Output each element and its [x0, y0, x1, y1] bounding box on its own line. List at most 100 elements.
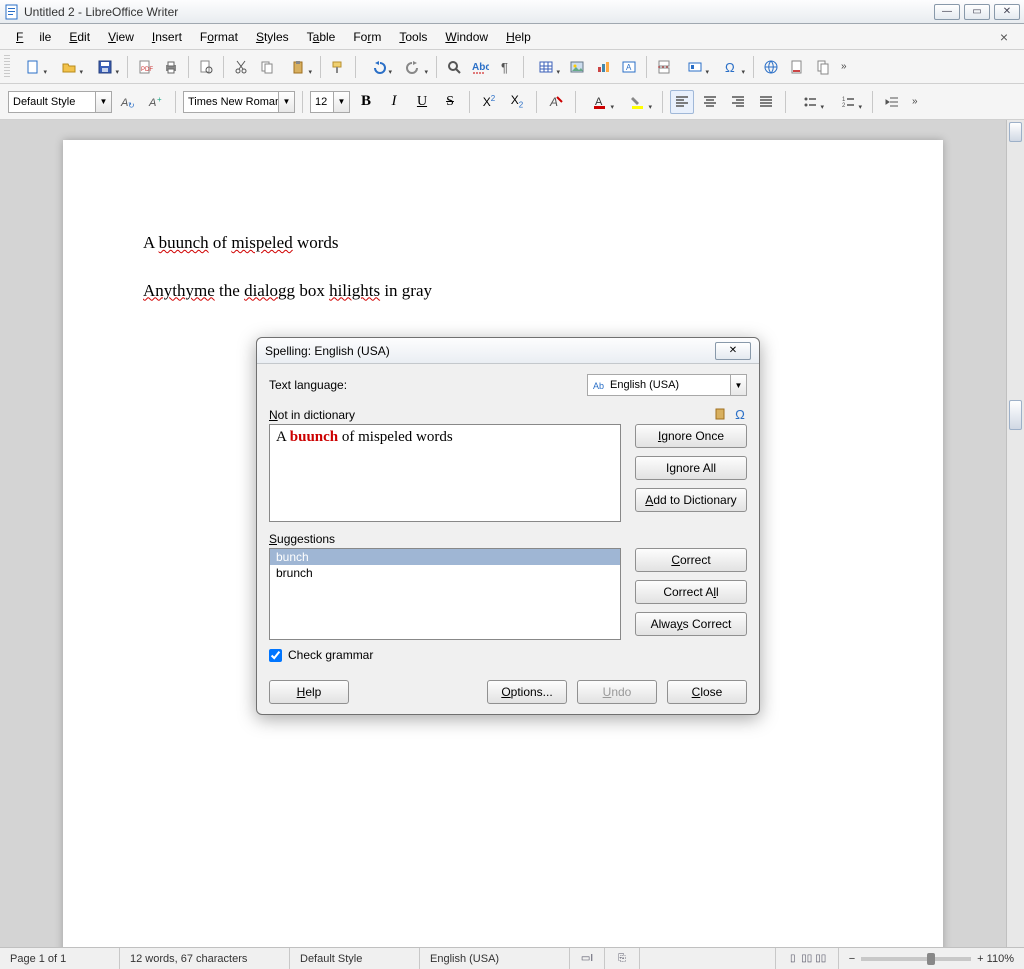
menu-table[interactable]: Table [299, 26, 344, 48]
table-button[interactable] [529, 55, 563, 79]
status-word-count[interactable]: 12 words, 67 characters [120, 948, 290, 969]
redo-button[interactable] [397, 55, 431, 79]
menu-edit[interactable]: Edit [61, 26, 98, 48]
misspelled-word[interactable]: dialogg [244, 281, 295, 300]
increase-indent-button[interactable] [880, 90, 904, 114]
paragraph[interactable]: A buunch of mispeled words [143, 230, 863, 256]
number-list-button[interactable]: 12 [831, 90, 865, 114]
zoom-value[interactable]: 110% [987, 953, 1014, 965]
special-char-icon[interactable]: Ω [733, 407, 747, 421]
export-pdf-button[interactable]: PDF [133, 55, 157, 79]
add-to-dictionary-button[interactable]: Add to Dictionary [635, 488, 747, 512]
help-button[interactable]: Help [269, 680, 349, 704]
ignore-once-button[interactable]: Ignore Once [635, 424, 747, 448]
field-button[interactable] [678, 55, 712, 79]
status-view-layout[interactable]: ▯ ▯▯ ▯▯ [776, 948, 839, 969]
zoom-in-icon[interactable]: + [977, 953, 983, 965]
window-minimize-button[interactable]: — [934, 4, 960, 20]
menu-window[interactable]: Window [437, 26, 496, 48]
status-style[interactable]: Default Style [290, 948, 420, 969]
align-left-button[interactable] [670, 90, 694, 114]
align-center-button[interactable] [698, 90, 722, 114]
misspelled-word[interactable]: hilights [329, 281, 380, 300]
toolbar-grip[interactable] [4, 55, 10, 79]
font-size-combo[interactable]: 12▼ [310, 91, 350, 113]
status-zoom[interactable]: − + 110% [839, 948, 1024, 969]
zoom-out-icon[interactable]: − [849, 953, 855, 965]
menu-help[interactable]: Help [498, 26, 539, 48]
vertical-scrollbar[interactable] [1006, 120, 1024, 947]
window-close-button[interactable]: ✕ [994, 4, 1020, 20]
suggestion-item[interactable]: brunch [270, 565, 620, 581]
chart-button[interactable] [591, 55, 615, 79]
check-grammar-label[interactable]: Check grammar [288, 648, 373, 662]
strikethrough-button[interactable]: S [438, 90, 462, 114]
page-break-button[interactable] [652, 55, 676, 79]
cut-button[interactable] [229, 55, 253, 79]
print-preview-button[interactable] [194, 55, 218, 79]
align-right-button[interactable] [726, 90, 750, 114]
close-button[interactable]: Close [667, 680, 747, 704]
print-button[interactable] [159, 55, 183, 79]
status-insert-mode[interactable]: ▭I [570, 948, 605, 969]
dialog-close-button[interactable]: ✕ [715, 342, 751, 360]
doc-close-button[interactable]: × [992, 25, 1016, 49]
paste-button[interactable] [281, 55, 315, 79]
menu-tools[interactable]: Tools [391, 26, 435, 48]
clear-formatting-button[interactable]: A [544, 90, 568, 114]
scrollbar-thumb[interactable] [1009, 400, 1022, 430]
bullet-list-button[interactable] [793, 90, 827, 114]
new-doc-button[interactable] [16, 55, 50, 79]
misspelled-word[interactable]: mispeled [231, 233, 292, 252]
correct-all-button[interactable]: Correct All [635, 580, 747, 604]
font-name-combo[interactable]: Times New Roman▼ [183, 91, 295, 113]
misspelled-word[interactable]: Anythyme [143, 281, 215, 300]
menu-file[interactable]: File [8, 26, 59, 48]
spellcheck-button[interactable]: Abc [468, 55, 492, 79]
image-button[interactable] [565, 55, 589, 79]
suggestion-item[interactable]: bunch [270, 549, 620, 565]
new-style-button[interactable]: A+ [144, 90, 168, 114]
scrollbar-arrow-up[interactable] [1009, 122, 1022, 142]
menu-view[interactable]: View [100, 26, 142, 48]
ignore-all-button[interactable]: Ignore All [635, 456, 747, 480]
menu-format[interactable]: Format [192, 26, 246, 48]
toolbar-overflow[interactable]: » [908, 96, 922, 107]
formatting-marks-button[interactable]: ¶ [494, 55, 518, 79]
clone-formatting-button[interactable] [326, 55, 350, 79]
check-grammar-checkbox[interactable] [269, 649, 282, 662]
find-button[interactable] [442, 55, 466, 79]
menu-form[interactable]: Form [345, 26, 389, 48]
status-page[interactable]: Page 1 of 1 [0, 948, 120, 969]
status-signature[interactable] [640, 948, 776, 969]
correct-button[interactable]: Correct [635, 548, 747, 572]
undo-button[interactable] [361, 55, 395, 79]
menu-styles[interactable]: Styles [248, 26, 297, 48]
footnote-button[interactable] [785, 55, 809, 79]
paste-icon[interactable] [713, 407, 727, 421]
align-justify-button[interactable] [754, 90, 778, 114]
window-maximize-button[interactable]: ▭ [964, 4, 990, 20]
text-language-combo[interactable]: Ab English (USA)▼ [587, 374, 747, 396]
font-color-button[interactable]: A [583, 90, 617, 114]
italic-button[interactable]: I [382, 90, 406, 114]
open-button[interactable] [52, 55, 86, 79]
menu-insert[interactable]: Insert [144, 26, 190, 48]
not-in-dictionary-textbox[interactable]: A buunch of mispeled words [269, 424, 621, 522]
special-char-button[interactable]: Ω [714, 55, 748, 79]
suggestions-listbox[interactable]: bunch brunch [269, 548, 621, 640]
zoom-slider[interactable] [861, 957, 971, 961]
save-button[interactable] [88, 55, 122, 79]
superscript-button[interactable]: X2 [477, 90, 501, 114]
always-correct-button[interactable]: Always Correct [635, 612, 747, 636]
dialog-titlebar[interactable]: Spelling: English (USA) ✕ [257, 338, 759, 364]
subscript-button[interactable]: X2 [505, 90, 529, 114]
paragraph[interactable]: Anythyme the dialogg box hilights in gra… [143, 278, 863, 304]
paragraph-style-combo[interactable]: Default Style▼ [8, 91, 112, 113]
show-draw-functions-button[interactable] [811, 55, 835, 79]
misspelled-word[interactable]: buunch [159, 233, 209, 252]
status-language[interactable]: English (USA) [420, 948, 570, 969]
toolbar-overflow[interactable]: » [837, 61, 851, 72]
bold-button[interactable]: B [354, 90, 378, 114]
options-button[interactable]: Options... [487, 680, 567, 704]
